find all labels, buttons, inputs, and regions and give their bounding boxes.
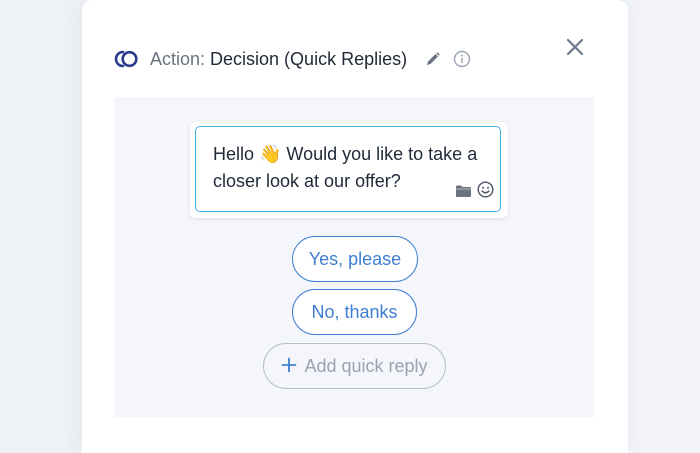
quick-reply-label: Yes, please bbox=[308, 248, 402, 269]
close-button[interactable] bbox=[564, 36, 586, 58]
flow-canvas: Hello 👋 Would you like to take a closer … bbox=[114, 97, 594, 417]
message-line-1: Hello 👋 Would you like to take a bbox=[213, 144, 478, 164]
smiley-icon[interactable] bbox=[477, 179, 494, 206]
folder-icon[interactable] bbox=[455, 179, 472, 206]
action-name: Decision (Quick Replies) bbox=[210, 48, 408, 69]
message-card: Hello 👋 Would you like to take a closer … bbox=[190, 122, 508, 218]
plus-icon bbox=[281, 355, 297, 377]
close-icon bbox=[566, 38, 584, 56]
add-quick-reply-button[interactable]: Add quick reply bbox=[263, 343, 446, 389]
message-line-2: closer look at our offer? bbox=[213, 171, 401, 191]
message-bubble[interactable]: Hello 👋 Would you like to take a closer … bbox=[195, 126, 501, 212]
quick-reply-button[interactable]: Yes, please bbox=[292, 236, 418, 282]
panel-header: Action: Decision (Quick Replies) bbox=[114, 46, 471, 72]
pencil-icon[interactable] bbox=[425, 51, 441, 67]
quick-reply-label: No, thanks bbox=[311, 301, 398, 322]
background-strip bbox=[628, 0, 700, 453]
message-tools bbox=[455, 179, 494, 206]
action-logo-icon bbox=[114, 49, 140, 69]
add-quick-reply-label: Add quick reply bbox=[304, 355, 428, 376]
info-icon[interactable] bbox=[453, 50, 471, 68]
action-panel: Action: Decision (Quick Replies) Hello 👋… bbox=[82, 0, 628, 453]
action-label-prefix: Action: bbox=[150, 48, 206, 69]
quick-reply-button[interactable]: No, thanks bbox=[292, 289, 417, 335]
